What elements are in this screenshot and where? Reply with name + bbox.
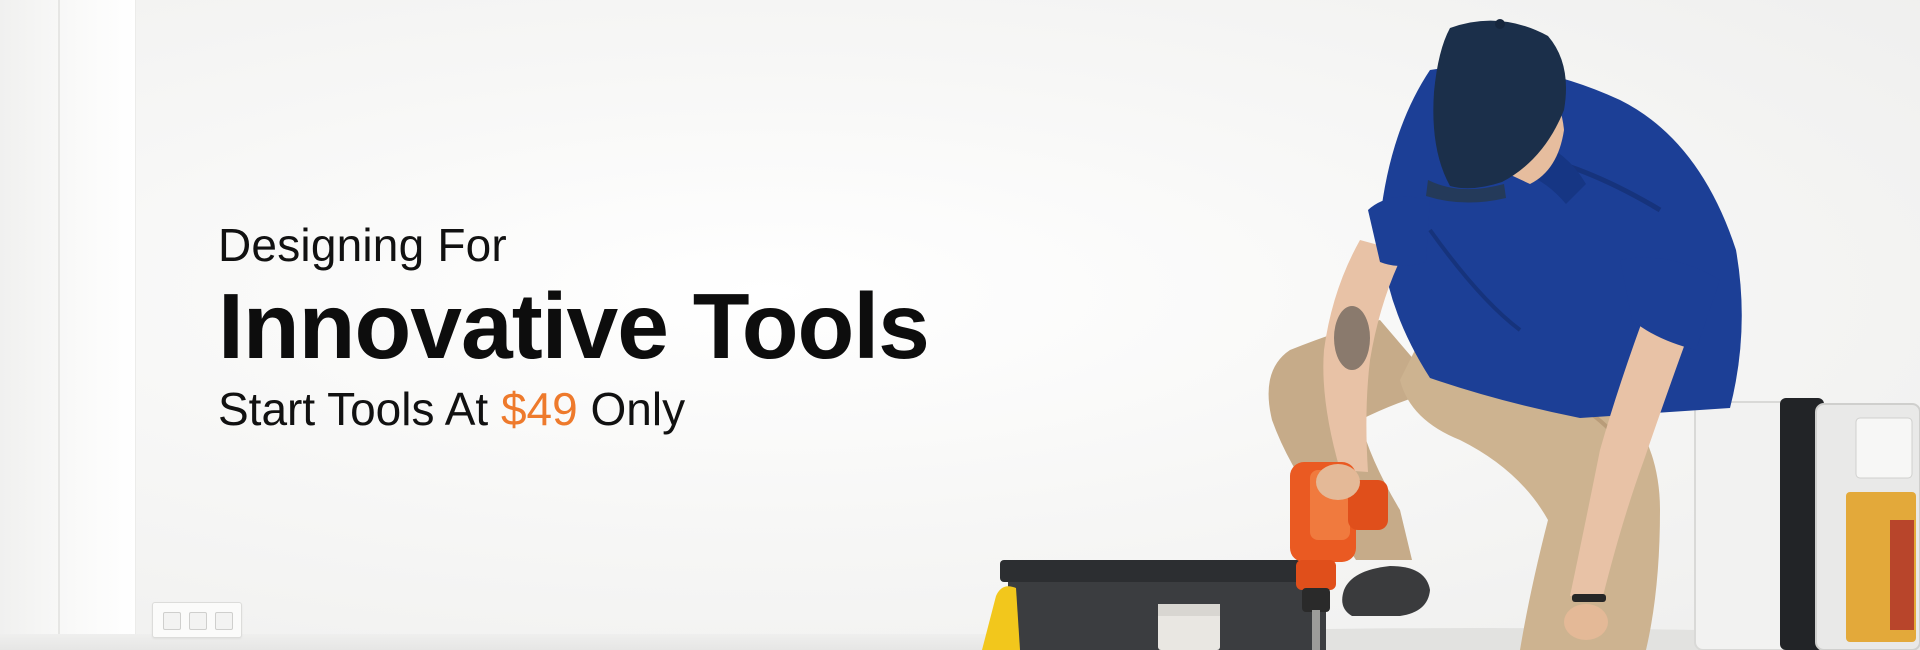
- wall-pillar: [0, 0, 136, 650]
- technician-illustration: [960, 0, 1920, 650]
- tattoo-icon: [1334, 306, 1370, 370]
- shoe-icon: [1342, 566, 1430, 616]
- socket-icon: [189, 612, 207, 630]
- hero-sub-title-prefix: Start Tools At: [218, 383, 489, 435]
- wall-seam: [58, 0, 60, 650]
- yellow-handle-icon: [982, 586, 1020, 650]
- hero-sub-title: Start Tools At $49 Only: [218, 382, 1038, 436]
- bracelet-icon: [1572, 594, 1606, 602]
- hero-main-title: Innovative Tools: [218, 274, 930, 378]
- left-hand: [1316, 464, 1360, 500]
- hero-headline: Designing For Innovative Tools Start Too…: [218, 218, 1038, 436]
- technician-svg: [982, 19, 1920, 650]
- power-outlet-icon: [152, 602, 242, 638]
- socket-icon: [215, 612, 233, 630]
- hero-pre-title: Designing For: [218, 219, 507, 271]
- hero-sub-title-suffix: Only: [590, 383, 686, 435]
- black-toolbox-icon: [1000, 560, 1334, 650]
- hero-price: $49: [500, 383, 578, 435]
- tool-case-icon: [1694, 398, 1920, 650]
- right-hand: [1564, 604, 1608, 640]
- socket-icon: [163, 612, 181, 630]
- hero-banner: Designing For Innovative Tools Start Too…: [0, 0, 1920, 650]
